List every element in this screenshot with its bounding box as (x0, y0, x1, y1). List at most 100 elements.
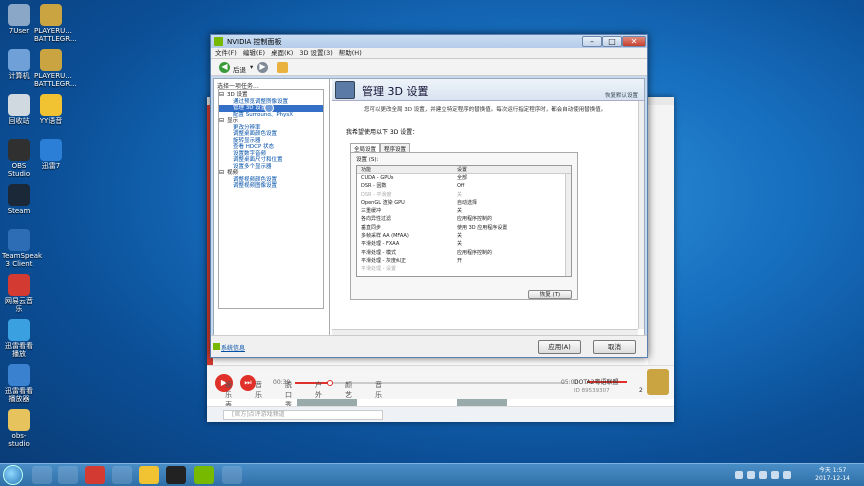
music-nav-item[interactable]: 音乐 (255, 380, 262, 400)
back-dropdown-icon[interactable]: ▾ (250, 63, 253, 71)
tray-icon[interactable] (735, 471, 743, 479)
setting-row[interactable]: 各向异性过滤 应用程序控制的 (357, 215, 571, 223)
tree-category[interactable]: 显示 (219, 118, 323, 125)
progress-knob[interactable] (327, 380, 334, 386)
task-tree: 3D 设置通过预览调整图像设置管理 3D 设置配置 Surround、PhysX… (218, 89, 324, 309)
setting-row[interactable]: 垂直同步 使用 3D 应用程序设置 (357, 224, 571, 232)
music-nav-item[interactable]: 音乐 (375, 380, 382, 400)
desktop-icon-label: 7User (8, 27, 30, 35)
game-badge-icon[interactable] (647, 369, 669, 395)
setting-feature: OpenGL 渲染 GPU (361, 199, 405, 206)
desktop-icon[interactable]: Steam (2, 184, 36, 215)
setting-row[interactable]: 平滑处理 - 灰度纠正 开 (357, 257, 571, 265)
close-button[interactable]: ✕ (622, 36, 646, 47)
setting-feature: 三重缓冲 (361, 208, 382, 215)
music-nav-item[interactable]: 户外 (315, 380, 322, 400)
setting-feature: DSR - 平滑度 (361, 191, 392, 198)
progress-fill (295, 382, 331, 384)
teamspeak-icon[interactable] (112, 466, 132, 484)
desktop-icon[interactable]: 迅雷看看播放 (2, 319, 36, 358)
setting-value: 关 (457, 233, 463, 240)
cancel-button[interactable]: 取消 (593, 340, 636, 354)
desktop-icon[interactable]: YY语音 (34, 94, 68, 125)
menu-item[interactable]: 3D 设置(3) (299, 48, 332, 59)
desktop-icon[interactable]: 7User (2, 4, 36, 35)
maximize-button[interactable]: □ (602, 36, 622, 47)
apply-button[interactable]: 应用(A) (538, 340, 581, 354)
desktop-icon[interactable]: 网易云音乐 (2, 274, 36, 313)
tray-icon[interactable] (759, 471, 767, 479)
setting-row[interactable]: DSR - 因数 Off (357, 182, 571, 190)
setting-row[interactable]: OpenGL 渲染 GPU 自动选择 (357, 199, 571, 207)
netease-music-icon (8, 274, 30, 296)
setting-value: Off (457, 183, 465, 190)
obs-icon[interactable] (166, 466, 186, 484)
netease-music-icon[interactable] (85, 466, 105, 484)
ie-icon[interactable] (32, 466, 52, 484)
tray-icon[interactable] (747, 471, 755, 479)
restore-defaults-link[interactable]: 恢复默认设置 (605, 91, 638, 99)
home-icon[interactable] (277, 62, 288, 73)
setting-row[interactable]: 平滑处理 - FXAA 关 (357, 240, 571, 248)
grid-scrollbar[interactable] (565, 174, 571, 276)
steam-icon[interactable] (222, 466, 242, 484)
setting-row[interactable]: CUDA - GPUs 全部 (357, 174, 571, 182)
tree-category[interactable]: 3D 设置 (219, 92, 323, 99)
recycle-bin-icon (8, 94, 30, 116)
desktop-icon[interactable]: 计算机 (2, 49, 36, 80)
tree-category[interactable]: 视频 (219, 170, 323, 177)
back-arrow-icon[interactable]: ◀ (219, 62, 230, 73)
volume-icon[interactable] (783, 471, 791, 479)
folder-icon[interactable] (58, 466, 78, 484)
menu-item[interactable]: 帮助(H) (339, 48, 362, 59)
minimize-button[interactable]: – (582, 36, 602, 47)
setting-value: 应用程序控制的 (457, 249, 493, 256)
tree-item[interactable]: 调整视频图像设置 (219, 183, 323, 190)
task-pane: 选择一项任务... 3D 设置通过预览调整图像设置管理 3D 设置配置 Surr… (214, 79, 330, 335)
setting-feature: DSR - 因数 (361, 183, 387, 190)
system-info-link[interactable]: 系统信息 (221, 343, 245, 352)
desktop-icon-label: 计算机 (8, 72, 30, 80)
network-icon[interactable] (771, 471, 779, 479)
desktop-icon[interactable]: PLAYERU... BATTLEGR... (34, 49, 77, 88)
yy-icon[interactable] (139, 466, 159, 484)
menu-item[interactable]: 桌面(K) (271, 48, 293, 59)
next-button[interactable]: ⏭ (240, 375, 256, 391)
desktop-icon[interactable]: TeamSpeak 3 Client (2, 229, 42, 268)
setting-value: 关 (457, 191, 463, 198)
system-info-icon (213, 343, 220, 350)
setting-feature: 垂直同步 (361, 224, 382, 231)
clock[interactable]: 今天 1:57 2017-12-14 (815, 467, 850, 483)
settings-vscrollbar[interactable] (638, 101, 644, 329)
chat-input[interactable]: [官方]点评游戏频道 (223, 410, 383, 420)
setting-row[interactable]: 平滑处理 - 模式 应用程序控制的 (357, 249, 571, 257)
desktop-icon[interactable]: PLAYERU... BATTLEGR... (34, 4, 77, 43)
desktop-icon[interactable]: 回收站 (2, 94, 36, 125)
nvidia-logo-icon (214, 37, 223, 46)
desktop-icon[interactable]: OBS Studio (2, 139, 36, 178)
progress-bar[interactable] (295, 380, 565, 386)
music-nav-item[interactable]: 颜艺 (345, 380, 352, 400)
setting-row[interactable]: 多帧采样 AA (MFAA) 关 (357, 232, 571, 240)
desktop-icon[interactable]: obs-studio (2, 409, 36, 448)
desktop-icon[interactable]: 迅雷7 (34, 139, 68, 170)
back-label[interactable]: 后退 (233, 64, 246, 74)
teamspeak-icon (8, 229, 30, 251)
page-description: 您可以更改全局 3D 设置，并建立特定程序的替换值。每次运行指定程序时，都会自动… (364, 107, 607, 113)
menu-item[interactable]: 编辑(E) (243, 48, 265, 59)
setting-feature: 平滑处理 - 设置 (361, 266, 396, 273)
setting-value: 关 (457, 241, 463, 248)
desktop-icon[interactable]: 迅雷看看播放器 (2, 364, 36, 403)
nvidia-icon[interactable] (194, 466, 214, 484)
setting-row[interactable]: 三重缓冲 关 (357, 207, 571, 215)
restore-button[interactable]: 恢复 (T) (528, 290, 572, 299)
setting-row[interactable]: DSR - 平滑度 关 (357, 191, 571, 199)
desktop-icon-label: PLAYERU... BATTLEGR... (34, 27, 77, 43)
page-title: 管理 3D 设置 (362, 85, 429, 98)
start-button[interactable] (3, 465, 23, 485)
title-bar[interactable]: NVIDIA 控制面板 – □ ✕ (211, 35, 647, 48)
setting-feature: 平滑处理 - 灰度纠正 (361, 257, 406, 264)
menu-item[interactable]: 文件(F) (215, 48, 237, 59)
forward-arrow-icon[interactable]: ▶ (257, 62, 268, 73)
setting-row[interactable]: 平滑处理 - 设置 (357, 265, 571, 273)
